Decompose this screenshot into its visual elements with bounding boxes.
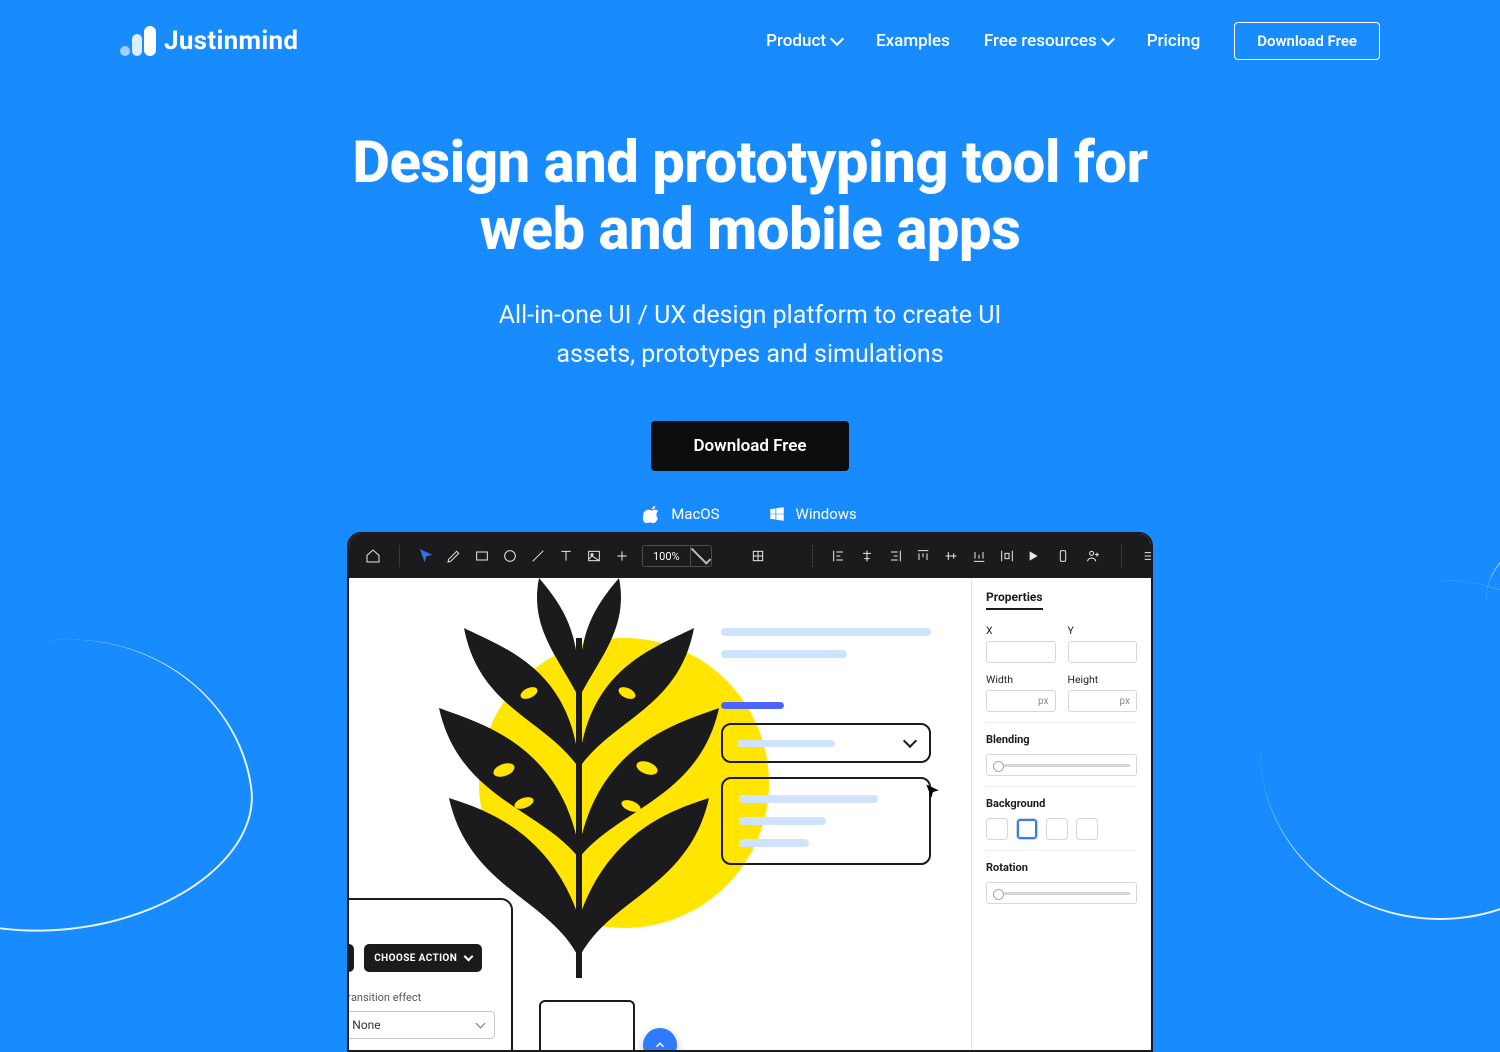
hero-sub-line2: assets, prototypes and simulations xyxy=(556,340,943,369)
windows-icon xyxy=(768,505,786,523)
primary-nav: Product Examples Free resources Pricing … xyxy=(766,22,1380,60)
os-links: MacOS Windows xyxy=(0,505,1500,523)
nav-examples-label: Examples xyxy=(876,31,950,51)
prop-x-input[interactable] xyxy=(986,641,1056,663)
align-top-icon[interactable] xyxy=(915,548,931,564)
transition-select[interactable]: None xyxy=(347,1011,495,1039)
hero-title-line2: web and mobile apps xyxy=(480,196,1021,264)
share-user-icon[interactable] xyxy=(1085,548,1101,564)
component-icon[interactable] xyxy=(750,548,766,564)
distribute-icon[interactable] xyxy=(999,548,1015,564)
rotation-slider[interactable] xyxy=(986,882,1137,904)
prop-width-input[interactable]: px xyxy=(986,690,1056,712)
logo-mark-icon xyxy=(120,26,156,56)
cta-label: Download Free xyxy=(693,436,806,456)
placeholder-bar xyxy=(737,740,835,747)
macos-link[interactable]: MacOS xyxy=(643,505,719,523)
prop-height-input[interactable]: px xyxy=(1068,690,1138,712)
download-free-header-button[interactable]: Download Free xyxy=(1234,22,1380,60)
event-dialog-title: New event xyxy=(347,916,495,932)
unit-px: px xyxy=(1038,696,1049,707)
align-left-icon[interactable] xyxy=(831,548,847,564)
choose-action-button[interactable]: CHOOSE ACTION xyxy=(364,944,482,972)
windows-label: Windows xyxy=(796,505,857,523)
placeholder-accent-bar xyxy=(721,702,784,709)
download-free-cta-button[interactable]: Download Free xyxy=(651,421,848,471)
new-event-dialog: New event CHOOSE TRIGGER CHOOSE ACTION ☝… xyxy=(347,898,513,1052)
blending-section-label: Blending xyxy=(986,722,1137,746)
mask-icon[interactable] xyxy=(778,548,794,564)
nav-examples[interactable]: Examples xyxy=(876,31,950,51)
menu-icon[interactable] xyxy=(1142,548,1153,564)
scroll-up-fab[interactable] xyxy=(643,1028,677,1052)
align-center-v-icon[interactable] xyxy=(943,548,959,564)
brand-logo[interactable]: Justinmind xyxy=(120,26,298,56)
stage-widgets xyxy=(721,628,931,865)
placeholder-bar xyxy=(721,650,847,658)
site-header: Justinmind Product Examples Free resourc… xyxy=(0,0,1500,60)
decoration-squiggle-right xyxy=(1260,580,1500,920)
nav-pricing-label: Pricing xyxy=(1147,31,1201,51)
hero-title-line1: Design and prototyping tool for xyxy=(352,129,1147,197)
chevron-down-icon xyxy=(903,734,917,748)
hero-section: Design and prototyping tool for web and … xyxy=(0,130,1500,523)
action-label: CHOOSE ACTION xyxy=(374,953,457,964)
mock-panel xyxy=(721,777,931,865)
chevron-down-icon xyxy=(830,32,844,46)
nav-pricing[interactable]: Pricing xyxy=(1147,31,1201,51)
bg-swatch[interactable] xyxy=(986,818,1008,840)
background-section-label: Background xyxy=(986,786,1137,810)
prop-width-label: Width xyxy=(986,673,1056,686)
bg-swatch-selected[interactable] xyxy=(1016,818,1038,840)
design-stage[interactable]: Button New event CHOOSE TRIGGER CHOOSE A… xyxy=(349,578,971,1050)
chevron-down-icon xyxy=(1101,32,1115,46)
windows-link[interactable]: Windows xyxy=(768,505,857,523)
nav-product-label: Product xyxy=(766,31,826,51)
home-icon[interactable] xyxy=(365,548,381,564)
plant-pot xyxy=(539,1000,635,1052)
align-bottom-icon[interactable] xyxy=(971,548,987,564)
properties-panel: Properties X Y Width px Height px Blending… xyxy=(971,578,1151,1050)
properties-title: Properties xyxy=(986,590,1043,610)
app-canvas-area: Button New event CHOOSE TRIGGER CHOOSE A… xyxy=(349,578,1151,1050)
align-center-h-icon[interactable] xyxy=(859,548,875,564)
blending-slider[interactable] xyxy=(986,754,1137,776)
cursor-icon xyxy=(923,782,943,806)
download-label: Download Free xyxy=(1257,32,1357,50)
hero-subtitle: All-in-one UI / UX design platform to cr… xyxy=(0,297,1500,375)
chevron-up-icon xyxy=(653,1038,667,1052)
choose-trigger-button[interactable]: CHOOSE TRIGGER xyxy=(347,944,354,972)
brand-name: Justinmind xyxy=(164,26,298,56)
bg-swatch[interactable] xyxy=(1076,818,1098,840)
prop-x-label: X xyxy=(986,624,1056,637)
chevron-down-icon xyxy=(464,952,474,962)
apple-icon xyxy=(643,505,661,523)
align-right-icon[interactable] xyxy=(887,548,903,564)
app-screenshot: 100% xyxy=(347,532,1153,1052)
hero-title: Design and prototyping tool for web and … xyxy=(0,130,1500,263)
placeholder-bar xyxy=(721,628,931,636)
transition-value: None xyxy=(352,1018,380,1032)
transition-label: Transition effect xyxy=(347,991,421,1004)
bg-swatch[interactable] xyxy=(1046,818,1068,840)
prop-y-label: Y xyxy=(1068,624,1138,637)
play-preview-icon[interactable] xyxy=(1025,548,1041,564)
rotation-section-label: Rotation xyxy=(986,850,1137,874)
nav-product[interactable]: Product xyxy=(766,31,842,51)
prop-y-input[interactable] xyxy=(1068,641,1138,663)
background-swatches xyxy=(986,818,1137,840)
nav-resources-label: Free resources xyxy=(984,31,1097,51)
hero-sub-line1: All-in-one UI / UX design platform to cr… xyxy=(499,301,1002,330)
mock-dropdown[interactable] xyxy=(721,723,931,763)
nav-free-resources[interactable]: Free resources xyxy=(984,31,1113,51)
unit-px: px xyxy=(1119,696,1130,707)
device-preview-icon[interactable] xyxy=(1055,548,1071,564)
macos-label: MacOS xyxy=(671,505,719,523)
chevron-down-icon xyxy=(476,1019,486,1029)
prop-height-label: Height xyxy=(1068,673,1138,686)
decoration-squiggle-left xyxy=(0,615,268,955)
